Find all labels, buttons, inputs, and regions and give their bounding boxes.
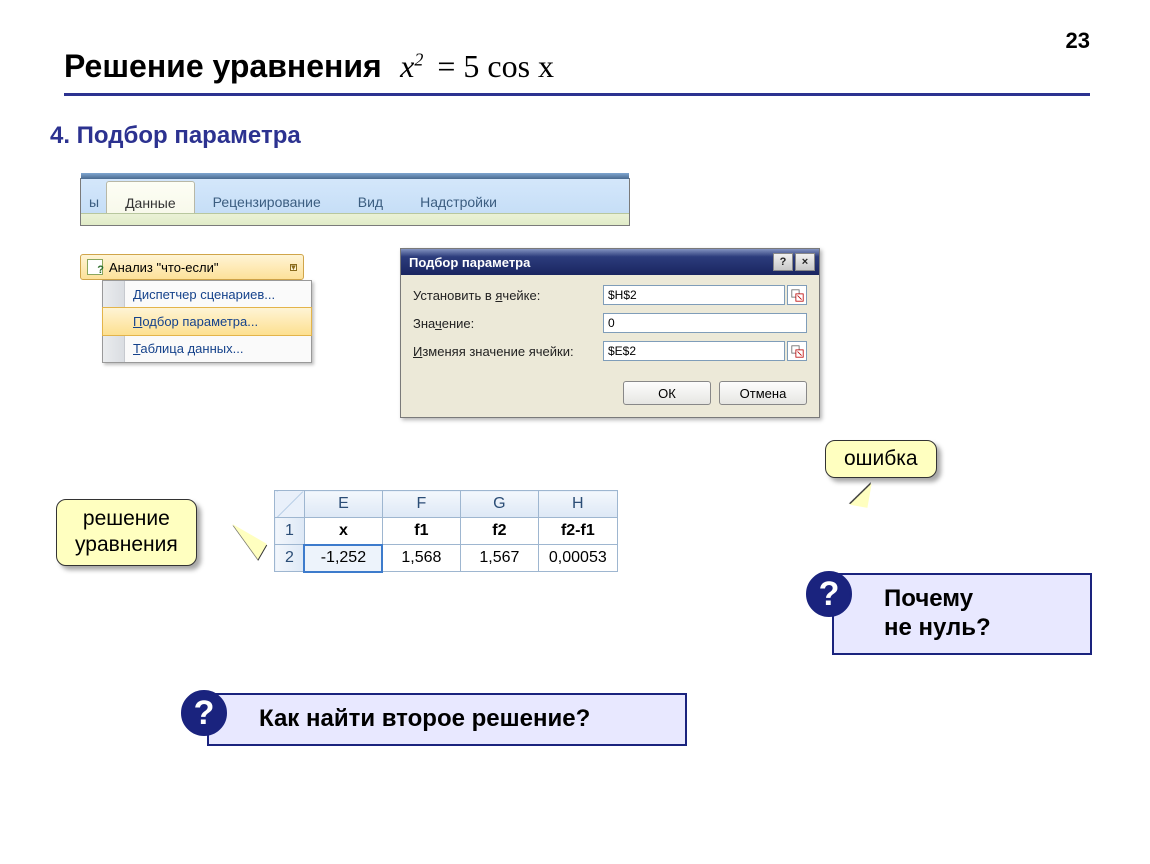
menu-item-goal-seek[interactable]: Подбор параметра... (102, 307, 312, 336)
equation-exponent: 2 (414, 49, 423, 69)
callout-error: ошибка (825, 440, 937, 478)
what-if-label: Анализ "что-если" (109, 260, 218, 275)
col-header-g[interactable]: G (460, 491, 538, 518)
cell-e1[interactable]: x (304, 518, 382, 545)
what-if-menu: Диспетчер сценариев... Подбор параметра.… (102, 280, 312, 363)
chevron-down-icon: ▼ (290, 264, 297, 271)
col-header-f[interactable]: F (382, 491, 460, 518)
row-header-1[interactable]: 1 (275, 518, 305, 545)
changing-cell-input[interactable] (603, 341, 785, 361)
page-title: Решение уравнения (64, 48, 382, 85)
menu-item-data-table[interactable]: Таблица данных... (103, 335, 311, 362)
title-bar: Решение уравнения x2 = 5 cos x (64, 48, 1090, 96)
range-selector-icon[interactable] (787, 341, 807, 361)
cell-f2[interactable]: 1,568 (382, 545, 460, 572)
equation-rhs: = 5 cos x (437, 48, 554, 84)
cell-h1[interactable]: f2-f1 (538, 518, 617, 545)
callout-error-tail (810, 473, 871, 508)
title-divider (64, 93, 1090, 96)
to-value-input[interactable] (603, 313, 807, 333)
dialog-title-bar: Подбор параметра ? × (401, 249, 819, 275)
excel-ribbon: ы Данные Рецензирование Вид Надстройки (80, 178, 630, 226)
to-value-label: Значение: (413, 316, 603, 331)
callout-solution: решение уравнения (56, 499, 197, 566)
set-cell-input[interactable] (603, 285, 785, 305)
what-if-analysis-button[interactable]: Анализ "что-если" ▼ (80, 254, 304, 280)
question-why-not-zero: Почему не нуль? (832, 573, 1092, 655)
goal-seek-dialog: Подбор параметра ? × Установить в ячейке… (400, 248, 820, 418)
dialog-title-text: Подбор параметра (409, 255, 530, 270)
ribbon-lower-strip (81, 213, 629, 225)
question-mark-icon: ? (806, 571, 852, 617)
question-why-line1: Почему (884, 585, 1072, 614)
cell-e2[interactable]: -1,252 (304, 545, 382, 572)
excel-result-table: E F G H 1 x f1 f2 f2-f1 2 -1,252 1,568 1… (274, 490, 618, 572)
equation-lhs-var: x (400, 48, 414, 84)
menu-item-scenario-manager[interactable]: Диспетчер сценариев... (103, 281, 311, 308)
question-why-line2: не нуль? (884, 614, 1072, 643)
cancel-button[interactable]: Отмена (719, 381, 807, 405)
cell-h2[interactable]: 0,00053 (538, 545, 617, 572)
ribbon-window-title-fragment (221, 174, 499, 179)
callout-solution-tail (203, 524, 267, 594)
dialog-close-button[interactable]: × (795, 253, 815, 271)
what-if-icon (87, 259, 103, 275)
range-selector-icon[interactable] (787, 285, 807, 305)
question-second-solution: Как найти второе решение? (207, 693, 687, 746)
equation: x2 = 5 cos x (400, 48, 560, 85)
col-header-h[interactable]: H (538, 491, 617, 518)
callout-solution-line2: уравнения (75, 532, 178, 558)
cell-g2[interactable]: 1,567 (460, 545, 538, 572)
cell-f1[interactable]: f1 (382, 518, 460, 545)
ok-button[interactable]: ОК (623, 381, 711, 405)
cell-g1[interactable]: f2 (460, 518, 538, 545)
set-cell-label: Установить в ячейке: (413, 288, 603, 303)
dialog-help-button[interactable]: ? (773, 253, 793, 271)
callout-solution-line1: решение (75, 506, 178, 532)
changing-cell-label: Изменяя значение ячейки: (413, 344, 603, 359)
select-all-cell[interactable] (275, 491, 305, 518)
row-header-2[interactable]: 2 (275, 545, 305, 572)
col-header-e[interactable]: E (304, 491, 382, 518)
section-subtitle: 4. Подбор параметра (50, 122, 301, 150)
question-mark-icon: ? (181, 690, 227, 736)
